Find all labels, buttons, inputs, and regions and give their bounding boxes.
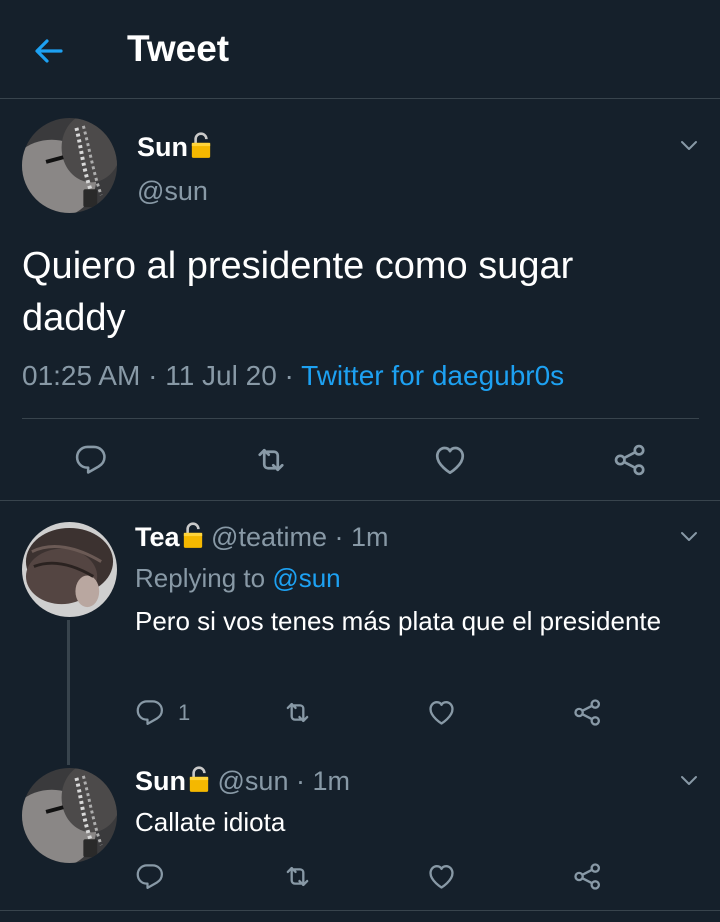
divider: [0, 910, 720, 911]
lock-icon: [182, 521, 204, 549]
reply-icon[interactable]: [74, 442, 108, 476]
like-icon[interactable]: [426, 861, 457, 892]
reply-count: 1: [178, 700, 191, 725]
retweet-icon[interactable]: [282, 861, 313, 892]
author-name-text: Sun: [137, 132, 188, 162]
reply-text: Pero si vos tenes más plata que el presi…: [135, 606, 662, 636]
lock-icon: [188, 765, 210, 793]
avatar[interactable]: [22, 768, 117, 863]
reply-age: 1m: [312, 766, 351, 796]
meta-separator: ·: [334, 522, 344, 552]
chevron-down-icon[interactable]: [677, 524, 701, 548]
meta-separator: ·: [295, 766, 305, 796]
share-icon[interactable]: [572, 861, 603, 892]
like-icon[interactable]: [432, 442, 468, 478]
reply-header[interactable]: Sun @sun · 1m: [135, 765, 350, 797]
reply-handle: @teatime: [211, 522, 327, 552]
avatar[interactable]: [22, 118, 117, 213]
divider: [0, 500, 720, 501]
replying-to-handle[interactable]: @sun: [272, 563, 340, 593]
like-icon[interactable]: [426, 697, 457, 728]
divider: [22, 418, 699, 419]
reply-age: 1m: [351, 522, 389, 552]
replying-to: Replying to @sun: [135, 563, 341, 594]
meta-separator: ·: [284, 360, 294, 391]
reply-icon[interactable]: [135, 697, 165, 727]
retweet-icon[interactable]: [253, 442, 289, 478]
page-title: Tweet: [127, 28, 230, 69]
author-name[interactable]: Sun: [137, 131, 212, 163]
chevron-down-icon[interactable]: [677, 768, 701, 792]
reply-handle: @sun: [217, 766, 289, 796]
reply-author-name: Tea: [135, 522, 180, 552]
share-icon[interactable]: [612, 442, 648, 478]
thread-line: [67, 620, 70, 765]
tweet-actions: [0, 420, 720, 500]
avatar[interactable]: [22, 522, 117, 617]
reply-text: Callate idiota: [135, 807, 286, 837]
chevron-down-icon[interactable]: [677, 133, 701, 157]
author-handle[interactable]: @sun: [137, 176, 208, 207]
tweet-text: Quiero al presidente como sugar daddy: [22, 245, 574, 339]
reply-icon[interactable]: [135, 861, 165, 891]
replying-to-label: Replying to: [135, 563, 266, 593]
share-icon[interactable]: [572, 697, 603, 728]
tweet-date: 11 Jul 20: [165, 360, 277, 391]
tweet-meta: 01:25 AM · 11 Jul 20 · Twitter for daegu…: [22, 360, 564, 392]
tweet-source-link[interactable]: Twitter for daegubr0s: [301, 360, 564, 391]
reply-author-name: Sun: [135, 766, 186, 796]
arrow-left-icon[interactable]: [32, 34, 66, 68]
lock-icon: [190, 131, 212, 159]
meta-separator: ·: [148, 360, 158, 391]
tweet-time: 01:25 AM: [22, 360, 141, 391]
top-bar: Tweet: [0, 0, 720, 99]
reply-header[interactable]: Tea @teatime · 1m: [135, 521, 389, 553]
retweet-icon[interactable]: [282, 697, 313, 728]
